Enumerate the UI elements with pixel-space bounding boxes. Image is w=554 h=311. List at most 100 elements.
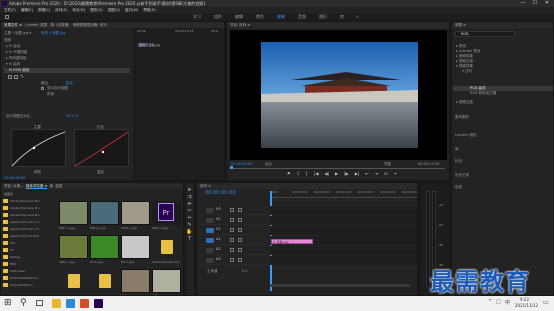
panel-essential-graphics[interactable]: 基本图形 xyxy=(455,115,469,119)
red-curve-graph[interactable] xyxy=(74,129,129,167)
folder-tree-item[interactable]: Adobe Premiere Pro xyxy=(3,212,57,219)
split-view-checkbox[interactable] xyxy=(41,87,44,90)
track-mute-icon[interactable] xyxy=(230,238,234,242)
effects-tree-presets[interactable]: ▸ 预设 xyxy=(456,44,466,48)
button-editor[interactable]: + xyxy=(394,171,397,178)
export-frame-button[interactable]: ⊡ xyxy=(384,171,387,178)
effects-tree-obsolete[interactable]: ▾ 过时 xyxy=(462,69,472,73)
folder-tree-item[interactable]: apache-tomcat-7.0. xyxy=(3,226,57,233)
media-item[interactable]: 0006_1.jpg xyxy=(59,235,88,265)
workspace-tab-libraries[interactable]: 库 xyxy=(340,13,344,21)
mark-out-button[interactable]: } xyxy=(305,171,308,178)
program-scrub-bar[interactable] xyxy=(231,168,445,169)
track-lane[interactable] xyxy=(270,206,417,215)
search-button[interactable]: ⚲ xyxy=(20,298,27,308)
effects-tree-audio-effects[interactable]: ▸ 音频效果 xyxy=(456,54,473,58)
menu-window[interactable]: 窗口(W) xyxy=(125,8,138,12)
track-eye-icon[interactable] xyxy=(230,228,234,232)
track-select-tool-icon[interactable]: ⇉ xyxy=(186,194,193,201)
start-button[interactable]: ⊞ xyxy=(4,298,12,308)
menu-clip[interactable]: 剪辑(C) xyxy=(38,8,50,12)
task-view-icon[interactable] xyxy=(36,300,43,306)
selected-effect-row[interactable]: fx RGB 曲线 xyxy=(4,68,130,73)
panel-info[interactable]: 信息 xyxy=(455,185,462,189)
media-item[interactable]: 0002_1.jpg xyxy=(121,201,150,231)
media-item[interactable]: 合照.jpg xyxy=(152,269,181,295)
split-percent-value[interactable]: 50.0 % xyxy=(66,114,78,118)
media-item[interactable]: 0007_1.jpg xyxy=(59,201,88,231)
step-back-button[interactable]: ◀| xyxy=(325,171,329,178)
track-target-toggle[interactable] xyxy=(206,238,214,243)
track-mute-icon[interactable] xyxy=(230,248,234,252)
media-item[interactable]: 0004_1.jpg Pr xyxy=(152,201,181,231)
effect-motion[interactable]: ▸ fx 运动 xyxy=(6,44,20,48)
menu-help[interactable]: 帮助(H) xyxy=(143,8,155,12)
menu-sequence[interactable]: 序列(S) xyxy=(55,8,67,12)
timeline-scrollbar[interactable] xyxy=(270,284,410,287)
effects-header[interactable]: 效果 ≡ xyxy=(452,22,553,28)
track-header[interactable]: V1 xyxy=(198,226,268,235)
menu-marker[interactable]: 标记(M) xyxy=(72,8,85,12)
maximize-button[interactable]: ☐ xyxy=(531,0,539,7)
step-forward-button[interactable]: |▶ xyxy=(344,171,348,178)
folder-tree-item[interactable]: CF xyxy=(3,247,57,254)
minimize-button[interactable]: — xyxy=(519,0,527,7)
menu-view[interactable]: 视图(V) xyxy=(108,8,120,12)
media-item[interactable]: fbc11.jpg xyxy=(121,235,150,265)
workspace-tab-assembly[interactable]: 组件 xyxy=(214,13,222,21)
track-eye-icon[interactable] xyxy=(230,218,234,222)
effects-tree-video-effects[interactable]: ▾ 视频效果 xyxy=(456,64,473,68)
type-tool-icon[interactable]: T xyxy=(186,236,193,243)
pen-icon[interactable]: ✎ xyxy=(20,74,24,80)
clock-time[interactable]: 9:22 xyxy=(520,297,529,302)
folder-tree-item[interactable]: PicturePlatform xyxy=(3,282,57,289)
effects-tree-lumetri[interactable]: ▸ Lumetri 预设 xyxy=(456,49,480,53)
mark-in-button[interactable]: { xyxy=(297,171,300,178)
track-target-toggle[interactable] xyxy=(206,218,214,223)
program-resolution-dropdown[interactable]: 完整 xyxy=(384,162,391,166)
master-curve-graph[interactable] xyxy=(11,129,66,167)
program-playhead[interactable] xyxy=(230,166,233,169)
go-to-in-button[interactable]: |◀ xyxy=(314,171,318,178)
track-lock-icon[interactable] xyxy=(238,248,242,252)
folder-tree-item[interactable]: Adobe Premiere Pro xyxy=(3,198,57,205)
workspace-tab-effects[interactable]: 效果 xyxy=(277,13,285,21)
taskbar-app-file-explorer[interactable] xyxy=(52,299,61,308)
track-target-toggle[interactable] xyxy=(206,258,214,263)
effects-search-input[interactable]: RGB xyxy=(455,31,515,37)
workspace-tab-editing[interactable]: 编辑 xyxy=(235,13,243,21)
track-header[interactable]: A1 xyxy=(198,236,268,245)
timeline-timecode[interactable]: 00:00:00:00 xyxy=(205,191,236,196)
home-icon[interactable] xyxy=(5,15,9,19)
folder-tree-item[interactable]: MyEclipse xyxy=(3,268,57,275)
tab-info[interactable]: 信息 xyxy=(55,184,62,188)
lift-button[interactable]: ⇤ xyxy=(365,171,368,178)
track-lock-icon[interactable] xyxy=(238,258,242,262)
track-lane[interactable] xyxy=(270,246,417,255)
taskbar-app-edge[interactable] xyxy=(66,299,75,308)
ripple-edit-tool-icon[interactable]: ⇹ xyxy=(186,201,193,208)
track-lane[interactable] xyxy=(270,256,417,265)
track-header[interactable]: A2 xyxy=(198,246,268,255)
track-lock-icon[interactable] xyxy=(238,208,242,212)
program-fit-dropdown[interactable]: 适合 xyxy=(265,162,272,166)
track-target-toggle[interactable] xyxy=(206,208,214,213)
hand-tool-icon[interactable]: ✋ xyxy=(186,229,193,236)
tab-source[interactable]: 源: (无剪辑) xyxy=(50,23,69,27)
effect-time-remap[interactable]: ▸ 时间重映射 xyxy=(6,56,26,60)
rect-mask-icon[interactable] xyxy=(14,75,18,79)
workspace-tab-audio[interactable]: 音频 xyxy=(298,13,306,21)
track-eye-icon[interactable] xyxy=(230,208,234,212)
output-dropdown[interactable]: 复合 xyxy=(66,81,73,85)
folder-tree-item[interactable]: HBX xyxy=(3,261,57,268)
timeline-tab[interactable]: 序列 ≡ xyxy=(197,183,417,189)
extract-button[interactable]: ⇥ xyxy=(375,171,378,178)
track-target-toggle[interactable] xyxy=(206,228,214,233)
panel-markers[interactable]: 标记 xyxy=(455,159,462,163)
taskbar-app-app3[interactable] xyxy=(80,299,89,308)
workspace-tab-learn[interactable]: 学习 xyxy=(193,13,201,21)
media-item[interactable]: Adobe Premiere Pro xyxy=(59,269,88,295)
master-track-value[interactable]: 0.0 xyxy=(242,269,248,273)
folder-tree-item[interactable]: Adobe Premiere Pro xyxy=(3,205,57,212)
workspace-tab-color[interactable]: 颜色 xyxy=(256,13,264,21)
